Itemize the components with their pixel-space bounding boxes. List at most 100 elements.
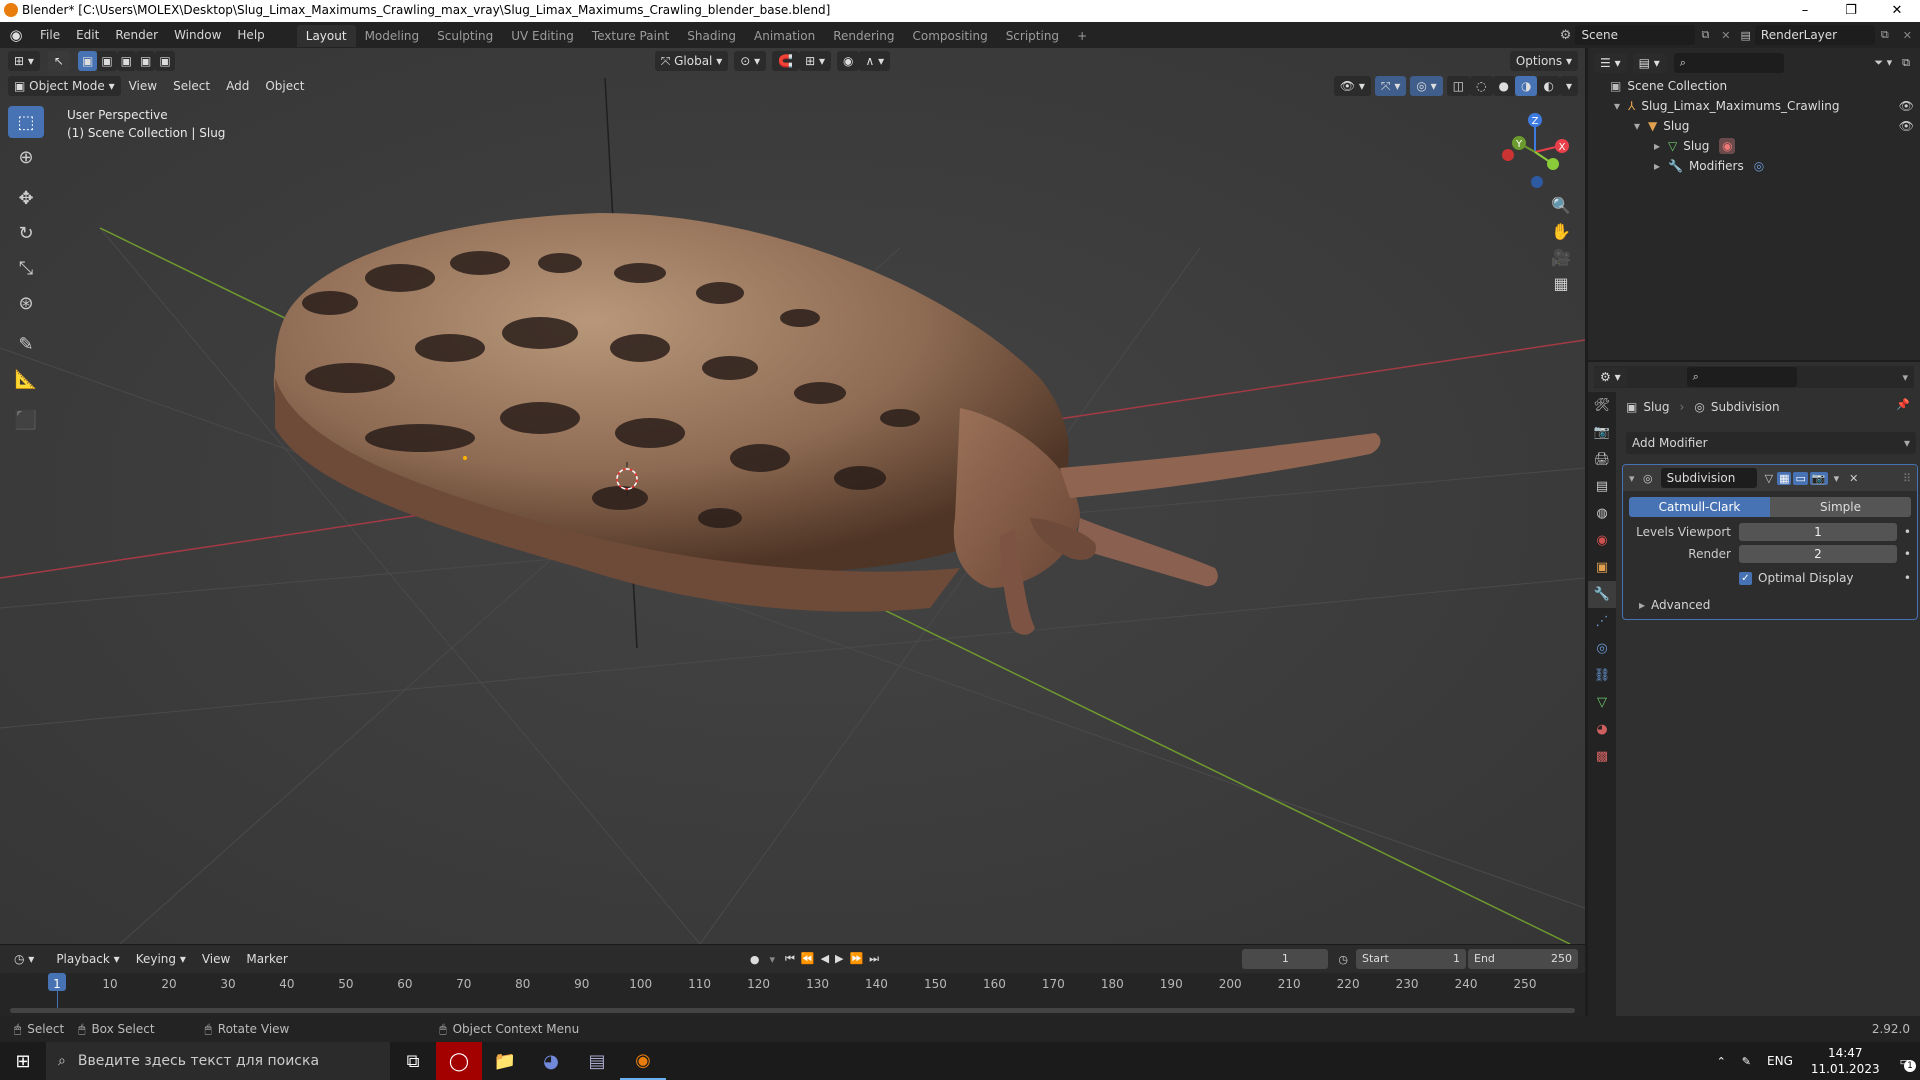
advanced-subpanel[interactable]: ▸ Advanced	[1639, 596, 1911, 614]
notification-center-icon[interactable]: ▭1	[1890, 1055, 1920, 1072]
properties-search-input[interactable]: ⌕	[1686, 367, 1797, 387]
levels-viewport-field[interactable]: 1	[1739, 523, 1897, 541]
snap-target-icon[interactable]: ⊞ ▾	[799, 51, 831, 71]
select-tool-icon[interactable]: ↖	[47, 51, 70, 71]
menu-help[interactable]: Help	[229, 22, 272, 48]
edit-mode-toggle-icon[interactable]: ▽	[1765, 472, 1773, 485]
tree-modifiers[interactable]: ▸ 🔧 Modifiers ◎	[1654, 156, 1764, 176]
add-workspace-button[interactable]: +	[1068, 25, 1096, 47]
wireframe-shading-icon[interactable]: ◌	[1470, 76, 1493, 96]
remove-modifier-icon[interactable]: ✕	[1849, 472, 1858, 485]
visibility-eye-icon[interactable]: 👁	[1899, 116, 1914, 136]
world-tab-icon[interactable]: ◉	[1588, 527, 1616, 554]
menu-edit[interactable]: Edit	[68, 22, 107, 48]
pin-icon[interactable]: 📌	[1896, 398, 1910, 411]
timeline-scrollbar[interactable]	[10, 1008, 1575, 1013]
properties-editor-type-icon[interactable]: ⚙ ▾	[1594, 367, 1627, 387]
drag-handle-icon[interactable]: ⠿	[1903, 472, 1911, 485]
scene-selector[interactable]: Scene	[1575, 25, 1696, 45]
optimal-display-checkbox[interactable]: ✓	[1739, 571, 1752, 585]
render-tab-icon[interactable]: 📷	[1588, 419, 1616, 446]
renderlayer-icon[interactable]: ▤	[1737, 29, 1755, 42]
add-modifier-dropdown[interactable]: Add Modifier ▾	[1626, 432, 1916, 454]
scale-tool-icon[interactable]: ⤡	[8, 252, 44, 284]
snap-icon[interactable]: 🧲	[772, 51, 800, 71]
gizmo-toggle-icon[interactable]: ⤧ ▾	[1374, 76, 1407, 96]
transform-tool-icon[interactable]: ⊛	[8, 287, 44, 319]
select-mode-intersect-icon[interactable]: ▣	[155, 51, 175, 71]
task-view-icon[interactable]: ⧉	[390, 1042, 436, 1080]
menu-add[interactable]: Add	[218, 76, 257, 96]
pen-icon[interactable]: ✎	[1734, 1055, 1759, 1068]
delete-renderlayer-icon[interactable]: ✕	[1895, 29, 1920, 42]
renderlayer-selector[interactable]: RenderLayer	[1754, 25, 1875, 45]
collapse-arrow-icon[interactable]: ▸	[1654, 156, 1668, 176]
material-preview-shading-icon[interactable]: ◑	[1515, 76, 1538, 96]
move-tool-icon[interactable]: ✥	[8, 182, 44, 214]
transform-orientation-dropdown[interactable]: ⤧ Global ▾	[654, 51, 729, 71]
rotate-tool-icon[interactable]: ↻	[8, 217, 44, 249]
tab-shading[interactable]: Shading	[678, 25, 745, 47]
modifier-tab-icon[interactable]: 🔧	[1588, 581, 1616, 608]
opera-icon[interactable]: ◯	[436, 1042, 482, 1080]
constraints-tab-icon[interactable]: ⛓	[1588, 662, 1616, 689]
tab-texture-paint[interactable]: Texture Paint	[583, 25, 678, 47]
proportional-edit-icon[interactable]: ◉	[837, 51, 860, 71]
filter-icon[interactable]: ⏷ ▾	[1868, 56, 1898, 70]
shading-options-icon[interactable]: ▾	[1559, 76, 1578, 96]
menu-object[interactable]: Object	[257, 76, 312, 96]
rendered-shading-icon[interactable]: ◐	[1537, 76, 1560, 96]
render-levels-field[interactable]: 2	[1739, 545, 1897, 563]
mail-app-icon[interactable]: ▤	[574, 1042, 620, 1080]
on-cage-toggle-icon[interactable]: ▦	[1777, 471, 1792, 485]
language-indicator[interactable]: ENG	[1759, 1054, 1801, 1068]
menu-file[interactable]: File	[32, 22, 68, 48]
xray-toggle-icon[interactable]: ◫	[1446, 76, 1471, 96]
outliner-editor-type-icon[interactable]: ☰ ▾	[1594, 53, 1627, 73]
zoom-icon[interactable]: 🔍	[1548, 192, 1574, 218]
outliner-search-input[interactable]: ⌕	[1673, 53, 1784, 73]
tree-scene-collection[interactable]: ▣ Scene Collection	[1610, 76, 1727, 96]
modifier-name-input[interactable]: Subdivision	[1660, 468, 1757, 488]
3d-viewport[interactable]: Z X Y ⊞ ▾ ↖ ▣ ▣ ▣ ▣ ▣ ⤧ Global ▾ ⊙ ▾ 🧲 ⊞…	[0, 48, 1585, 944]
tree-mesh-data[interactable]: ▸ ▽ Slug ◉	[1654, 136, 1736, 156]
select-mode-invert-icon[interactable]: ▣	[136, 51, 156, 71]
overlay-toggle-icon[interactable]: ◎ ▾	[1410, 76, 1443, 96]
menu-render[interactable]: Render	[107, 22, 166, 48]
tab-animation[interactable]: Animation	[745, 25, 824, 47]
physics-tab-icon[interactable]: ◎	[1588, 635, 1616, 662]
panel-collapse-icon[interactable]: ▾	[1629, 472, 1643, 485]
close-button[interactable]: ✕	[1874, 0, 1920, 22]
particles-tab-icon[interactable]: ⋰	[1588, 608, 1616, 635]
camera-view-icon[interactable]: 🎥	[1548, 244, 1574, 270]
tab-compositing[interactable]: Compositing	[903, 25, 996, 47]
tab-modeling[interactable]: Modeling	[356, 25, 429, 47]
pivot-point-icon[interactable]: ⊙ ▾	[734, 51, 767, 71]
tab-scripting[interactable]: Scripting	[997, 25, 1068, 47]
mode-selector[interactable]: ▣ Object Mode ▾	[8, 76, 121, 96]
texture-tab-icon[interactable]: ▩	[1588, 743, 1616, 770]
maximize-button[interactable]: ❐	[1828, 0, 1874, 22]
simple-button[interactable]: Simple	[1770, 497, 1911, 517]
tab-rendering[interactable]: Rendering	[824, 25, 903, 47]
annotate-tool-icon[interactable]: ✎	[8, 328, 44, 360]
discord-icon[interactable]: ◕	[528, 1042, 574, 1080]
render-toggle-icon[interactable]: 📷	[1809, 471, 1828, 485]
add-cube-tool-icon[interactable]: ⬛	[8, 404, 44, 436]
menu-window[interactable]: Window	[166, 22, 229, 48]
perspective-toggle-icon[interactable]: ▦	[1548, 270, 1574, 296]
cursor-tool-icon[interactable]: ⊕	[8, 141, 44, 173]
tool-tab-icon[interactable]: 🛠	[1588, 392, 1616, 419]
realtime-toggle-icon[interactable]: ▭	[1793, 471, 1808, 485]
scene-tab-icon[interactable]: ◍	[1588, 500, 1616, 527]
properties-options-icon[interactable]: ▾	[1896, 371, 1914, 384]
display-mode-icon[interactable]: ▤ ▾	[1632, 53, 1666, 73]
file-explorer-icon[interactable]: 📁	[482, 1042, 528, 1080]
proportional-falloff-icon[interactable]: ∧ ▾	[859, 51, 891, 71]
menu-select[interactable]: Select	[165, 76, 218, 96]
taskbar-search-box[interactable]: ⌕ Введите здесь текст для поиска	[46, 1042, 390, 1080]
select-box-tool-icon[interactable]: ⬚	[8, 106, 44, 138]
expand-arrow-icon[interactable]: ▾	[1614, 96, 1628, 116]
keyframe-dot-icon[interactable]: •	[1897, 525, 1911, 539]
minimize-button[interactable]: –	[1782, 0, 1828, 22]
